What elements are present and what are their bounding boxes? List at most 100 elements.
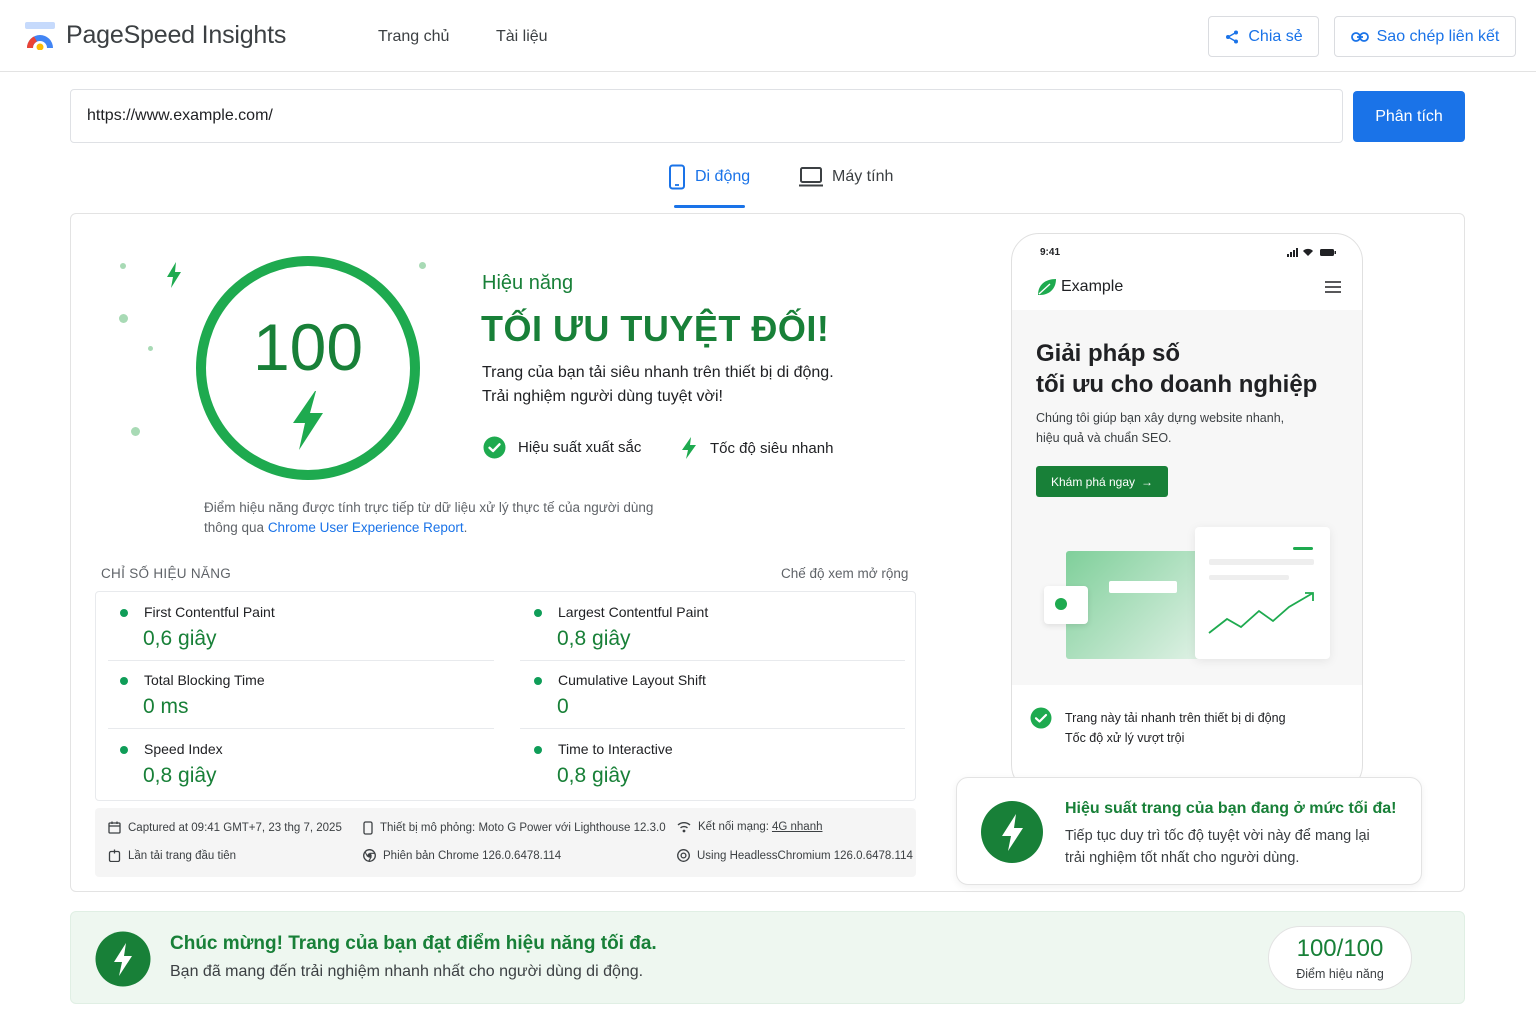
copy-link-button[interactable]: Sao chép liên kết <box>1334 16 1516 57</box>
decor-dot <box>120 263 126 269</box>
banner-title: Chúc mừng! Trang của bạn đạt điểm hiệu n… <box>170 933 657 954</box>
feature-excellent: Hiệu suất xuất sắc <box>483 436 641 459</box>
metric-value: 0,6 giây <box>143 627 217 650</box>
check-line: Trang này tải nhanh trên thiết bị di độn… <box>1065 711 1286 725</box>
result-desc: Tiếp tục duy trì tốc độ tuyệt vời này để… <box>1065 825 1370 869</box>
metric-value: 0,8 giây <box>557 764 631 787</box>
laptop-icon <box>799 167 823 187</box>
mobile-icon <box>669 164 685 190</box>
metric-name: Cumulative Layout Shift <box>558 672 706 688</box>
decor-dot <box>148 346 153 351</box>
description-line: Trải nghiệm người dùng tuyệt vời! <box>482 388 723 405</box>
headless-text: Using HeadlessChromium 126.0.6478.114 <box>697 849 913 862</box>
hamburger-menu-icon[interactable] <box>1324 280 1342 294</box>
metrics-header: CHỈ SỐ HIỆU NĂNG <box>101 566 232 581</box>
top-bar: PageSpeed Insights Trang chủ Tài liệu Ch… <box>0 0 1536 72</box>
run-info: Captured at 09:41 GMT+7, 23 thg 7, 2025 … <box>95 808 916 877</box>
check-circle-icon <box>1030 707 1052 729</box>
check-line: Tốc độ xử lý vượt trội <box>1065 731 1185 745</box>
performance-description: Trang của bạn tải siêu nhanh trên thiết … <box>482 361 834 409</box>
tab-desktop[interactable]: Máy tính <box>798 163 893 191</box>
feature-label: Tốc độ siêu nhanh <box>710 439 834 457</box>
score-summary-value: 100/100 <box>1296 935 1384 962</box>
tab-mobile[interactable]: Di động <box>667 163 750 191</box>
illustration-chart-card <box>1195 527 1330 659</box>
leaf-logo-icon <box>1038 279 1056 295</box>
status-dot <box>534 677 542 685</box>
metric-value: 0,8 giây <box>143 764 217 787</box>
mobile-preview: 9:41 Example Giải pháp số tối ưu cho doa… <box>1011 233 1363 793</box>
metric-name: Time to Interactive <box>558 741 673 757</box>
captured-text: Captured at 09:41 GMT+7, 23 thg 7, 2025 <box>128 821 342 834</box>
result-line: trải nghiệm tốt nhất cho người dùng. <box>1065 850 1300 866</box>
hero-line: Giải pháp số <box>1036 340 1181 367</box>
share-icon <box>1226 30 1239 43</box>
metrics-grid: First Contentful Paint 0,6 giây Largest … <box>95 591 916 801</box>
analyze-button[interactable]: Phân tích <box>1353 91 1465 142</box>
device-info: Thiết bị mô phỏng: Moto G Power với Ligh… <box>363 821 666 835</box>
preview-brand: Example <box>1061 278 1124 295</box>
check-circle-icon <box>483 436 506 459</box>
description-line: Trang của bạn tải siêu nhanh trên thiết … <box>482 364 834 381</box>
metric-fcp: First Contentful Paint 0,6 giây <box>96 592 481 660</box>
network-value[interactable]: 4G nhanh <box>772 821 823 833</box>
trend-chart-icon <box>1208 592 1314 634</box>
score-summary-label: Điểm hiệu năng <box>1296 967 1384 981</box>
feature-fast: Tốc độ siêu nhanh <box>680 436 833 460</box>
nav-docs[interactable]: Tài liệu <box>496 28 548 46</box>
status-dot <box>120 746 128 754</box>
preview-check-text: Trang này tải nhanh trên thiết bị di độn… <box>1065 708 1286 748</box>
url-value: https://www.example.com/ <box>87 107 273 124</box>
status-dot <box>534 609 542 617</box>
bolt-circle-icon <box>95 931 151 987</box>
bolt-circle-icon <box>981 801 1043 863</box>
status-dot <box>534 746 542 754</box>
copy-link-label: Sao chép liên kết <box>1376 27 1500 45</box>
arrow-right-icon: → <box>1141 474 1154 489</box>
banner-subtitle: Bạn đã mang đến trải nghiệm nhanh nhất c… <box>170 963 644 980</box>
first-load-text: Lần tải trang đầu tiên <box>128 849 237 862</box>
metric-name: First Contentful Paint <box>144 604 275 620</box>
active-tab-indicator <box>674 205 745 208</box>
tab-mobile-label: Di động <box>695 168 751 185</box>
feature-label: Hiệu suất xuất sắc <box>518 439 642 456</box>
network-info: Kết nối mạng: 4G nhanh <box>677 821 822 833</box>
url-input[interactable]: https://www.example.com/ <box>70 89 1343 143</box>
sub-line: hiệu quả và chuẩn SEO. <box>1036 431 1172 445</box>
headless-info: Using HeadlessChromium 126.0.6478.114 <box>677 849 913 862</box>
metric-value: 0 ms <box>143 695 189 718</box>
calendar-icon <box>108 821 121 834</box>
expand-view-toggle[interactable]: Chế độ xem mở rộng <box>781 566 908 581</box>
metric-value: 0 <box>557 695 569 718</box>
status-dot <box>120 609 128 617</box>
network-label: Kết nối mạng: <box>698 821 769 833</box>
first-load-info: Lần tải trang đầu tiên <box>108 849 236 862</box>
tab-desktop-label: Máy tính <box>832 168 894 185</box>
status-dot <box>120 677 128 685</box>
nav-home[interactable]: Trang chủ <box>378 28 449 46</box>
metric-name: Largest Contentful Paint <box>558 604 709 620</box>
metric-lcp: Largest Contentful Paint 0,8 giây <box>510 592 895 660</box>
score-summary: 100/100 Điểm hiệu năng <box>1268 926 1412 990</box>
preview-hero-title: Giải pháp số tối ưu cho doanh nghiệp <box>1036 338 1317 400</box>
crux-link[interactable]: Chrome User Experience Report <box>268 520 464 535</box>
performance-category: Hiệu năng <box>482 272 574 294</box>
cta-label: Khám phá ngay <box>1050 474 1136 489</box>
share-button[interactable]: Chia sẻ <box>1208 16 1319 57</box>
wifi-icon <box>677 822 691 833</box>
pagespeed-logo[interactable]: PageSpeed Insights <box>24 20 286 50</box>
metric-name: Speed Index <box>144 741 223 757</box>
app-name: PageSpeed Insights <box>66 20 287 49</box>
status-time: 9:41 <box>1040 247 1061 258</box>
metric-tbt: Total Blocking Time 0 ms <box>96 660 481 728</box>
result-line: Tiếp tục duy trì tốc độ tuyệt vời này để… <box>1065 828 1370 844</box>
timer-icon <box>108 849 121 862</box>
status-icons <box>1287 248 1336 257</box>
sub-line: Chúng tôi giúp bạn xây dựng website nhan… <box>1036 411 1285 425</box>
cta-button[interactable]: Khám phá ngay → <box>1036 466 1168 497</box>
captured-info: Captured at 09:41 GMT+7, 23 thg 7, 2025 <box>108 821 342 834</box>
chrome-version-text: Phiên bản Chrome 126.0.6478.114 <box>383 849 562 862</box>
metric-name: Total Blocking Time <box>144 672 265 688</box>
preview-hero: Giải pháp số tối ưu cho doanh nghiệp Chú… <box>1012 310 1362 685</box>
phone-icon <box>363 821 373 835</box>
